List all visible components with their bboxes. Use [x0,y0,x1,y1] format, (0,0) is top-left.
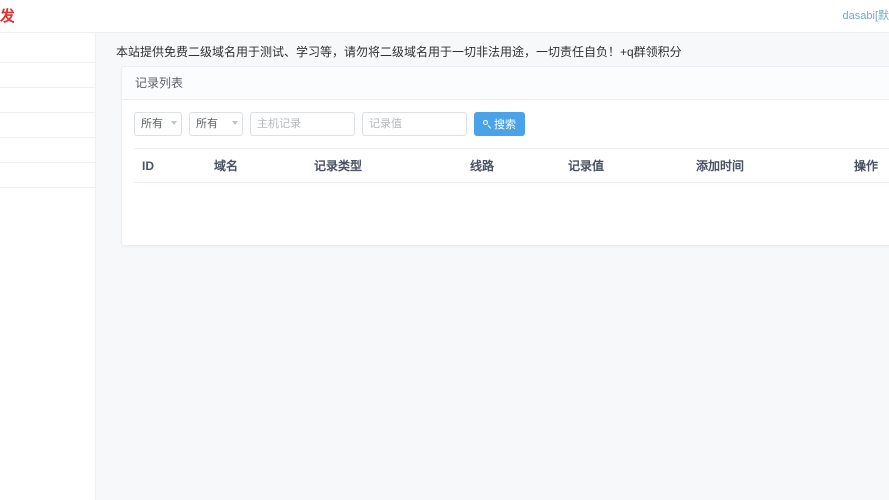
sidebar-item-5[interactable] [0,138,95,163]
sidebar-item-4[interactable] [0,113,95,138]
left-sidebar [0,33,96,500]
site-logo[interactable]: 发 [0,8,14,25]
sidebar-item-1[interactable] [0,33,95,63]
line-select[interactable]: 所有 [189,112,243,136]
sidebar-item-6[interactable] [0,163,95,188]
site-notice: 本站提供免费二级域名用于测试、学习等，请勿将二级域名用于一切非法用途，一切责任自… [116,45,682,59]
search-button[interactable]: 搜索 [474,112,525,136]
column-header-id[interactable]: ID [134,148,206,183]
record-type-select-value: 所有 [141,118,163,130]
sidebar-item-2[interactable] [0,63,95,88]
host-record-input[interactable] [250,112,355,136]
sidebar-item-3[interactable] [0,88,95,113]
records-table-head: ID 域名 记录类型 线路 记录值 添加时间 操作 [134,148,889,183]
panel-title: 记录列表 [122,67,889,100]
chevron-down-icon [171,121,177,125]
column-header-operations[interactable]: 操作 [846,148,889,183]
column-header-add-time[interactable]: 添加时间 [688,148,846,183]
search-button-label: 搜索 [494,119,516,131]
column-header-domain[interactable]: 域名 [206,148,306,183]
line-select-value: 所有 [196,118,218,130]
table-empty-area [134,183,889,205]
column-header-line[interactable]: 线路 [462,148,560,183]
top-header-bar: 发 dasabi[默 [0,0,889,33]
table-header-row: ID 域名 记录类型 线路 记录值 添加时间 操作 [134,148,889,183]
records-table: ID 域名 记录类型 线路 记录值 添加时间 操作 [134,148,889,183]
column-header-record-value[interactable]: 记录值 [560,148,688,183]
chevron-down-icon [232,121,238,125]
panel-body: 所有 所有 搜索 [122,100,889,205]
user-menu[interactable]: dasabi[默 [843,9,889,24]
records-table-wrap: ID 域名 记录类型 线路 记录值 添加时间 操作 [122,148,889,205]
search-icon [483,119,492,129]
user-role-label: [默 [874,10,889,22]
records-panel: 记录列表 所有 所有 搜索 [121,66,889,246]
record-value-input[interactable] [362,112,467,136]
record-type-select[interactable]: 所有 [134,112,182,136]
sidebar-menu [0,33,95,188]
user-name-label: dasabi [842,10,875,22]
content-area: 本站提供免费二级域名用于测试、学习等，请勿将二级域名用于一切非法用途，一切责任自… [96,33,889,500]
app-root: 发 dasabi[默 本站提供免费二级域名用于测试、学习等，请勿将二级域名用于一… [0,0,889,500]
filter-toolbar: 所有 所有 搜索 [122,100,889,148]
column-header-record-type[interactable]: 记录类型 [306,148,462,183]
